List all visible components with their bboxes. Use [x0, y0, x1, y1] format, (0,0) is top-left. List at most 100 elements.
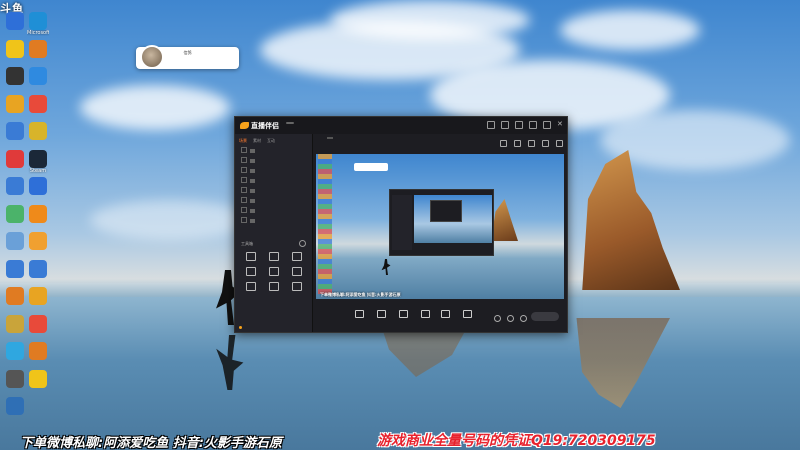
tool-icon [245, 282, 256, 291]
desktop-icon[interactable] [4, 397, 26, 427]
desktop-icon[interactable] [27, 287, 49, 317]
app-icon [29, 149, 47, 168]
tool-button[interactable] [286, 267, 309, 277]
layout-icon[interactable] [528, 140, 535, 147]
desktop-icon[interactable] [4, 259, 26, 290]
fullscreen-icon[interactable] [542, 140, 549, 147]
tool-icon [292, 252, 303, 261]
notification-card[interactable]: 信鸽 [136, 45, 239, 69]
help-icon[interactable] [515, 121, 523, 129]
eye-icon[interactable] [241, 177, 247, 183]
scene-panel: 场景 素材 互动 工具箱 [235, 134, 313, 332]
camera-icon[interactable] [494, 315, 501, 322]
scene-item[interactable] [235, 206, 312, 216]
eye-icon[interactable] [241, 197, 247, 203]
scene-item[interactable] [235, 156, 312, 166]
tools-title: 工具箱 [241, 241, 253, 246]
toolbar-item[interactable] [441, 310, 450, 319]
start-live-button[interactable] [531, 312, 559, 321]
tool-button[interactable] [262, 282, 285, 292]
desktop-icon[interactable] [27, 39, 49, 70]
desktop-icon[interactable]: Microsoft Edge [27, 12, 49, 42]
tool-button[interactable] [286, 252, 309, 262]
maximize-icon[interactable] [543, 121, 551, 129]
scene-item[interactable] [235, 146, 312, 156]
desktop-icon[interactable] [4, 94, 26, 125]
eye-icon[interactable] [241, 147, 247, 153]
desktop-icon[interactable] [4, 369, 26, 400]
desktop-icon[interactable] [27, 94, 49, 125]
record-icon[interactable] [500, 140, 507, 147]
close-icon[interactable]: ✕ [557, 121, 563, 128]
desktop-icon[interactable] [4, 314, 26, 345]
desktop-icon-label: Steam [29, 167, 47, 174]
settings-icon[interactable] [501, 121, 509, 129]
minimize-icon[interactable] [529, 121, 537, 129]
eye-icon[interactable] [241, 207, 247, 213]
desktop-icon[interactable] [27, 342, 49, 372]
tab-interact[interactable]: 互动 [267, 138, 275, 144]
desktop-icon[interactable] [4, 204, 26, 235]
live-preview[interactable]: 下单微博私聊:阿添爱吃鱼 抖音:火影手游石原 [316, 154, 564, 299]
desktop-icon-label: Microsoft Edge [27, 30, 49, 36]
desktop-icon[interactable]: Steam [27, 149, 49, 180]
desktop-icon[interactable] [27, 177, 49, 207]
desktop-icon[interactable] [27, 369, 49, 400]
desktop-icon[interactable] [4, 177, 26, 207]
scene-item[interactable] [235, 176, 312, 186]
app-icon [6, 149, 24, 168]
eye-icon[interactable] [241, 167, 247, 173]
toolbar-item[interactable] [355, 310, 364, 319]
desktop-icon[interactable] [4, 67, 26, 97]
footer-notice[interactable] [239, 326, 244, 330]
desktop-icon[interactable] [4, 232, 26, 262]
version-badge[interactable] [286, 122, 294, 124]
tool-button[interactable] [239, 267, 262, 277]
main-area: 下单微博私聊:阿添爱吃鱼 抖音:火影手游石原 [313, 134, 567, 332]
scene-item[interactable] [235, 196, 312, 206]
desktop-icon[interactable] [27, 122, 49, 152]
share-icon[interactable] [556, 140, 563, 147]
tools-settings-icon[interactable] [299, 240, 306, 247]
source-icon [250, 169, 255, 173]
scene-item[interactable] [235, 166, 312, 176]
scene-item[interactable] [235, 216, 312, 226]
tab-scene[interactable]: 场景 [239, 138, 247, 144]
desktop-icon[interactable] [27, 259, 49, 290]
tool-button[interactable] [286, 282, 309, 292]
desktop-icon[interactable] [27, 232, 49, 262]
scene-item[interactable] [235, 186, 312, 196]
tools-grid [239, 252, 309, 292]
tool-button[interactable] [239, 252, 262, 262]
desktop-icon[interactable] [4, 122, 26, 152]
desktop-icon[interactable] [4, 149, 26, 180]
desktop-icon[interactable] [27, 67, 49, 97]
lock-icon[interactable] [514, 140, 521, 147]
toolbar-item[interactable] [421, 310, 430, 319]
tool-button[interactable] [262, 252, 285, 262]
tool-button[interactable] [239, 282, 262, 292]
subtitle-right: 游戏商业全量号码的凭证Q19:720309175 [377, 433, 656, 449]
desktop-icon[interactable] [4, 39, 26, 70]
toolbar-item[interactable] [463, 310, 472, 319]
toolbar-item[interactable] [399, 310, 408, 319]
desktop-icon[interactable] [27, 314, 49, 345]
eye-icon[interactable] [241, 217, 247, 223]
app-icon [6, 342, 24, 360]
desktop-icon[interactable] [4, 287, 26, 317]
desktop-icon[interactable] [27, 204, 49, 235]
tab-material[interactable]: 素材 [253, 138, 261, 144]
gear-icon[interactable] [507, 315, 514, 322]
toolbar-item[interactable] [377, 310, 386, 319]
main-tab-3[interactable] [327, 137, 333, 139]
desktop-icon[interactable] [4, 12, 26, 42]
app-icon [29, 259, 47, 278]
clock-icon[interactable] [520, 315, 527, 322]
eye-icon[interactable] [241, 187, 247, 193]
app-icon [29, 67, 47, 85]
desktop-icon[interactable] [4, 342, 26, 372]
app-logo: 直播伴侣 [240, 121, 279, 131]
tool-button[interactable] [262, 267, 285, 277]
user-icon[interactable] [487, 121, 495, 129]
eye-icon[interactable] [241, 157, 247, 163]
